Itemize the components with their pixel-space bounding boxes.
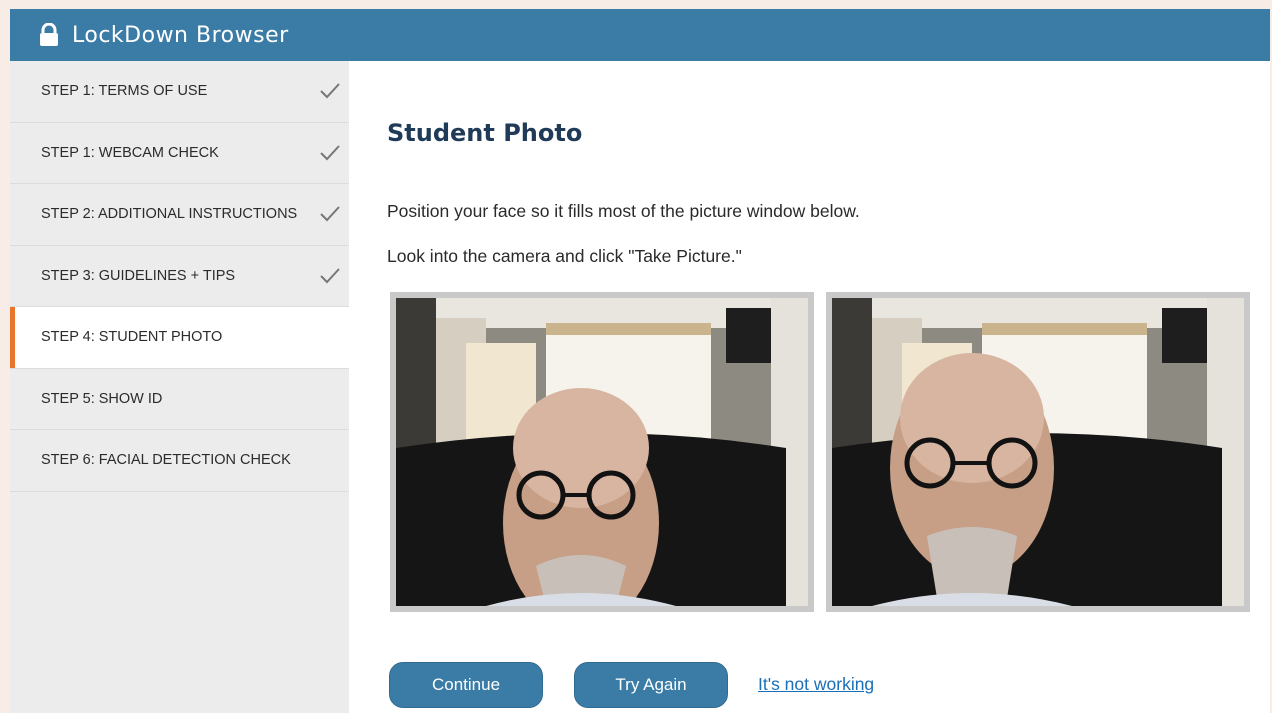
step-webcam-check[interactable]: STEP 1: WEBCAM CHECK [10,123,349,184]
checkmark-icon [320,206,340,222]
webcam-preview [390,292,814,612]
page-title: Student Photo [387,119,583,147]
checkmark-icon [320,145,340,161]
instruction-text: Look into the camera and click "Take Pic… [387,246,742,266]
instruction-text: Position your face so it fills most of t… [387,201,860,221]
try-again-button[interactable]: Try Again [574,662,728,708]
checkmark-icon [320,83,340,99]
step-additional-instructions[interactable]: STEP 2: ADDITIONAL INSTRUCTIONS [10,184,349,246]
checkmark-icon [320,268,340,284]
step-show-id[interactable]: STEP 5: SHOW ID [10,369,349,430]
step-label: STEP 3: GUIDELINES + TIPS [41,267,236,284]
step-guidelines-tips[interactable]: STEP 3: GUIDELINES + TIPS [10,246,349,307]
title-bar: LockDown Browser [10,9,1270,61]
step-label: STEP 1: WEBCAM CHECK [41,144,219,161]
step-student-photo[interactable]: STEP 4: STUDENT PHOTO [10,307,349,369]
continue-button[interactable]: Continue [389,662,543,708]
step-label: STEP 1: TERMS OF USE [41,83,208,100]
app-title: LockDown Browser [72,22,289,48]
steps-sidebar: STEP 1: TERMS OF USE STEP 1: WEBCAM CHEC… [10,61,349,713]
main-content: Student Photo Position your face so it f… [349,61,1270,713]
step-label: STEP 5: SHOW ID [41,390,163,407]
step-terms-of-use[interactable]: STEP 1: TERMS OF USE [10,61,349,123]
step-label: STEP 4: STUDENT PHOTO [41,329,223,346]
step-label: STEP 2: ADDITIONAL INSTRUCTIONS [41,206,298,223]
step-label: STEP 6: FACIAL DETECTION CHECK [41,452,291,469]
webcam-image [396,298,808,606]
step-facial-detection-check[interactable]: STEP 6: FACIAL DETECTION CHECK [10,430,349,492]
lock-icon [40,23,58,46]
captured-photo [826,292,1250,612]
student-photo-image [832,298,1244,606]
not-working-link[interactable]: It's not working [758,674,874,695]
lockdown-browser-window: LockDown Browser STEP 1: TERMS OF USE ST… [10,9,1270,713]
